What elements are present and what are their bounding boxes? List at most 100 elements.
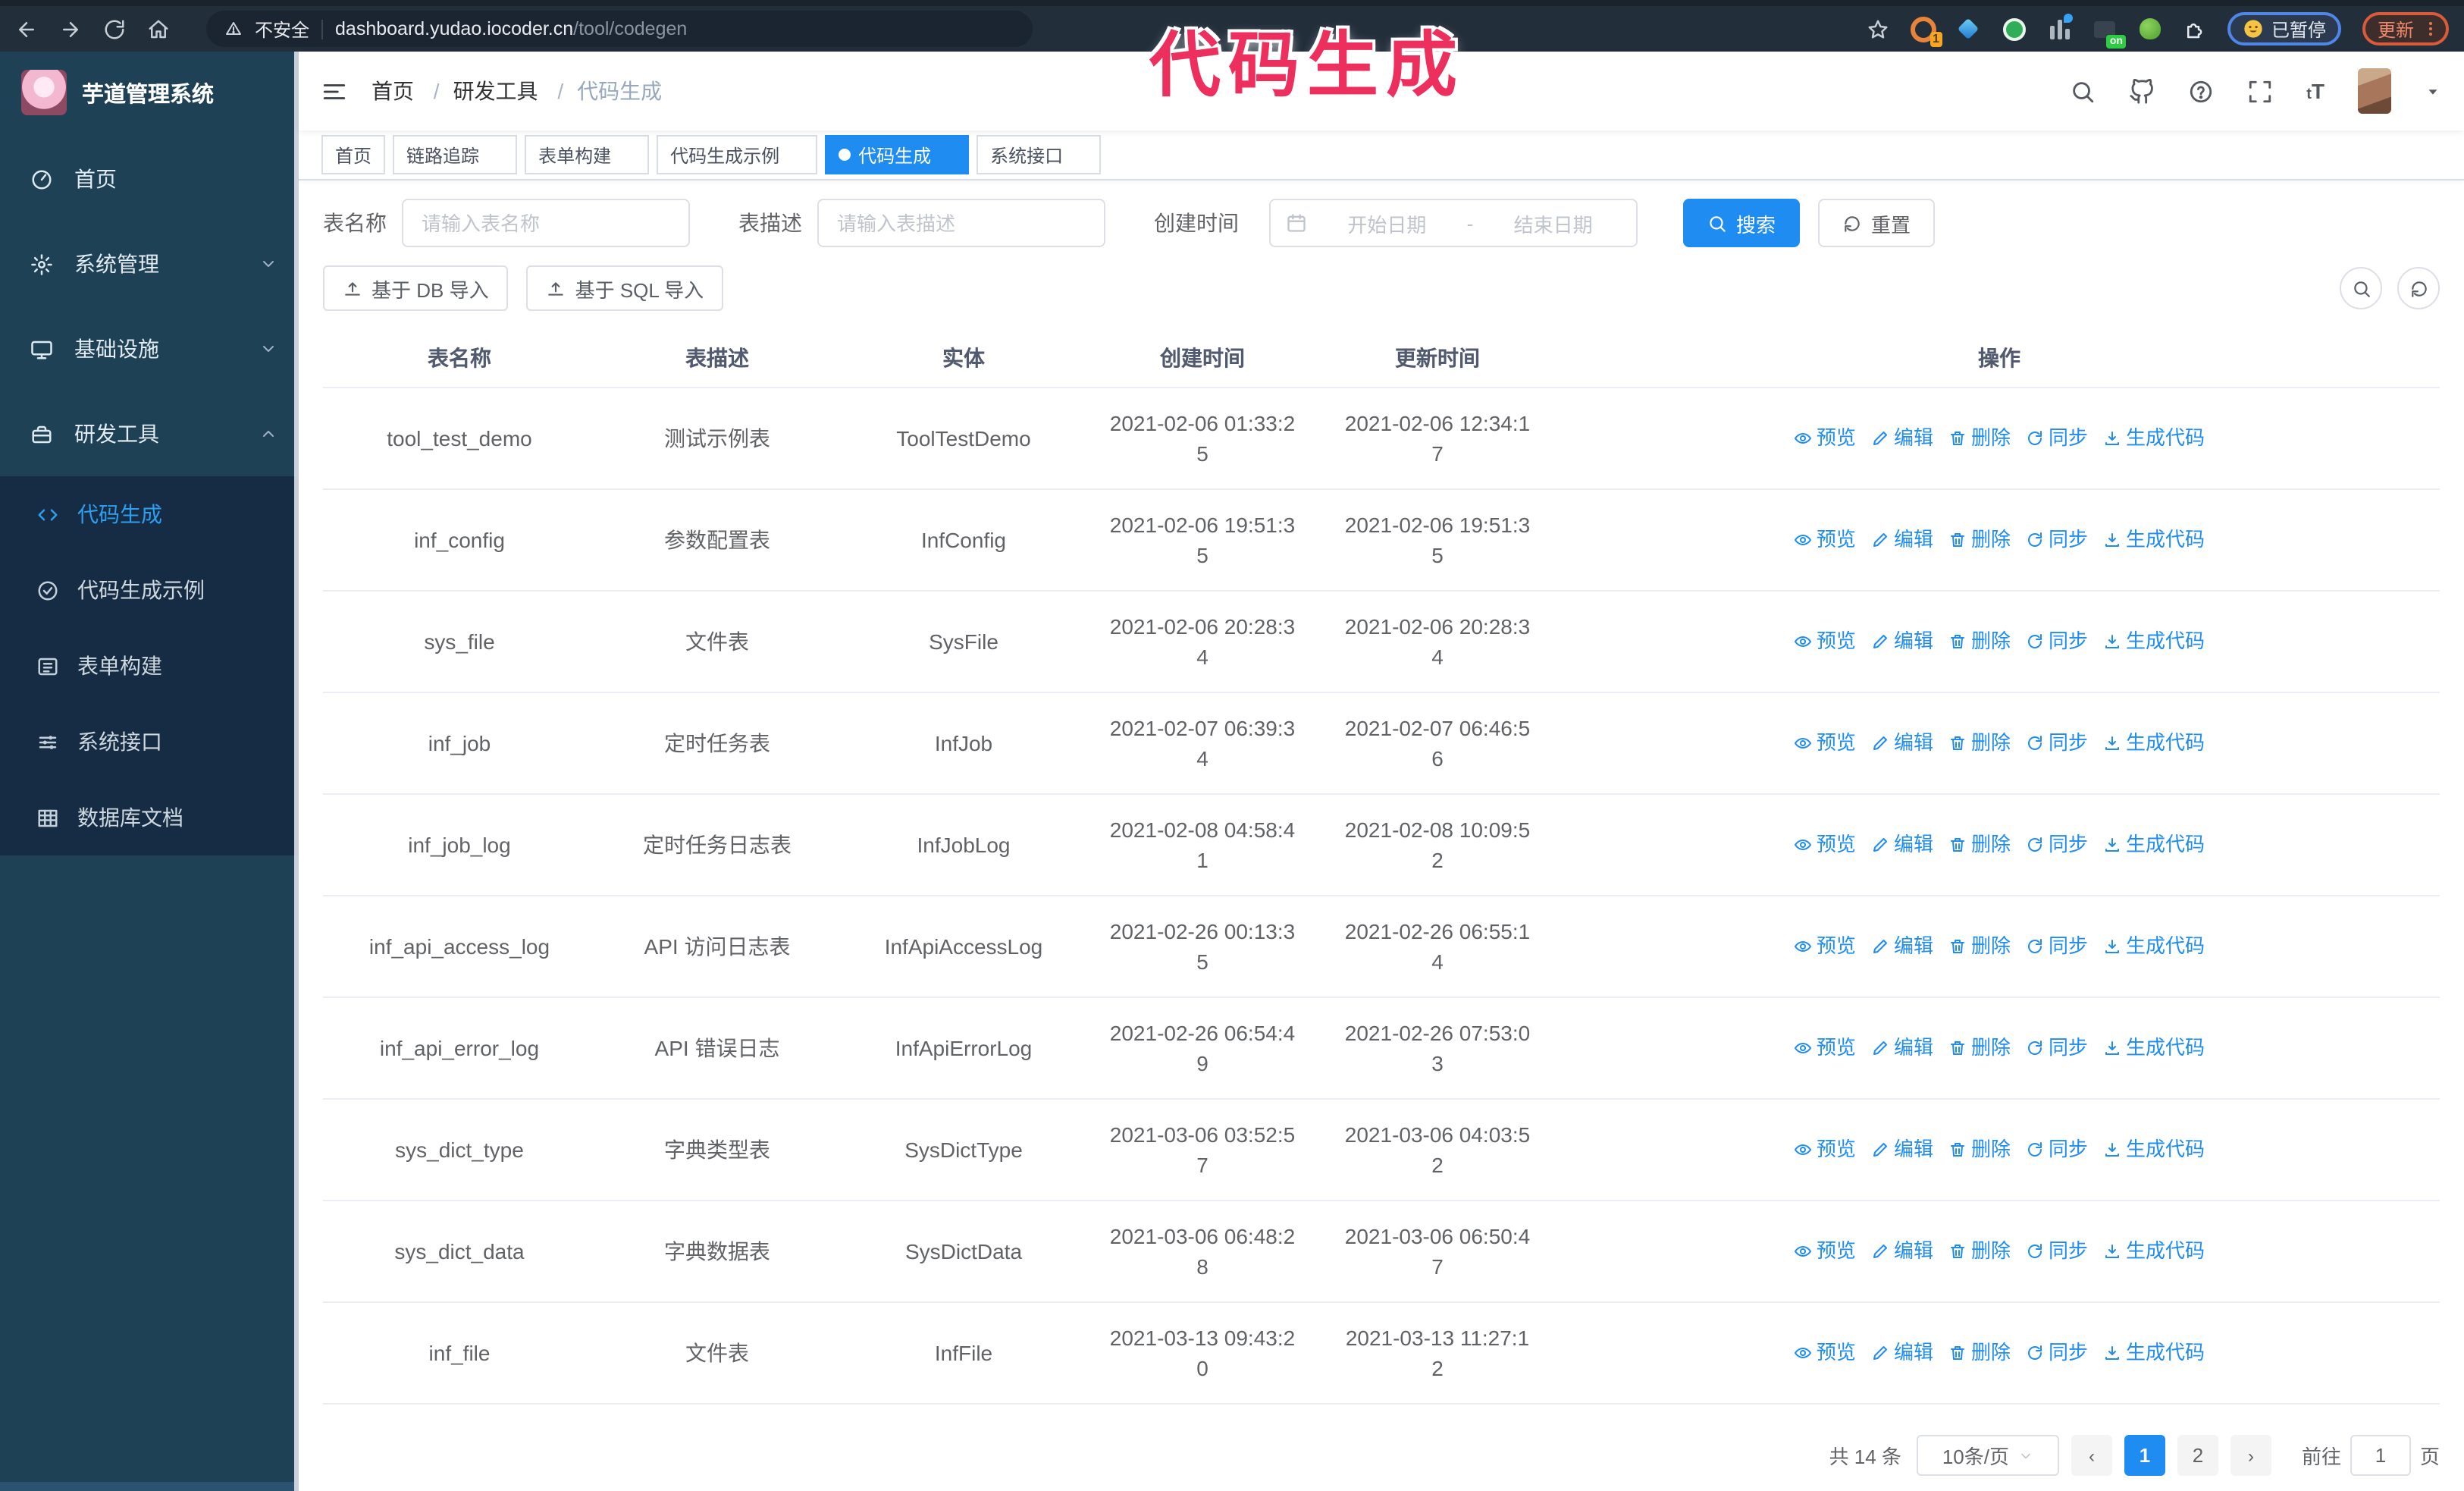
close-icon[interactable] (487, 146, 503, 163)
preview-link[interactable]: 预览 (1794, 626, 1856, 656)
import-db-button[interactable]: 基于 DB 导入 (323, 265, 509, 311)
sync-link[interactable]: 同步 (2026, 422, 2088, 453)
breadcrumb-item[interactable]: 代码生成 (577, 79, 662, 103)
page-number-button[interactable]: 2 (2177, 1435, 2218, 1476)
preview-link[interactable]: 预览 (1794, 727, 1856, 758)
extension-alien-icon[interactable] (2138, 16, 2164, 42)
preview-link[interactable]: 预览 (1794, 1337, 1856, 1367)
generate-code-link[interactable]: 生成代码 (2103, 422, 2205, 453)
help-icon[interactable] (2188, 78, 2214, 104)
fullscreen-icon[interactable] (2247, 78, 2273, 104)
sync-link[interactable]: 同步 (2026, 1235, 2088, 1266)
back-icon[interactable] (15, 17, 38, 40)
delete-link[interactable]: 删除 (1948, 1337, 2011, 1367)
generate-code-link[interactable]: 生成代码 (2103, 727, 2205, 758)
sync-link[interactable]: 同步 (2026, 1337, 2088, 1367)
edit-link[interactable]: 编辑 (1871, 1235, 1933, 1266)
reset-button[interactable]: 重置 (1818, 199, 1936, 247)
edit-link[interactable]: 编辑 (1871, 727, 1933, 758)
sidebar-item-0[interactable]: 首页 (0, 137, 299, 221)
edit-link[interactable]: 编辑 (1871, 829, 1933, 859)
extension-dark-icon[interactable]: on (2093, 16, 2126, 48)
sync-link[interactable]: 同步 (2026, 1134, 2088, 1164)
page-size-select[interactable]: 10条/页 (1916, 1435, 2059, 1476)
close-icon[interactable] (939, 146, 955, 163)
preview-link[interactable]: 预览 (1794, 1032, 1856, 1063)
preview-link[interactable]: 预览 (1794, 1134, 1856, 1164)
refresh-table-button[interactable] (2397, 267, 2440, 309)
page-number-button[interactable]: 1 (2124, 1435, 2165, 1476)
table-name-input[interactable] (402, 199, 690, 247)
sync-link[interactable]: 同步 (2026, 931, 2088, 961)
breadcrumb-item[interactable]: 首页 (371, 79, 414, 103)
prev-page-button[interactable]: ‹ (2071, 1435, 2112, 1476)
extension-green-icon[interactable] (2002, 16, 2027, 42)
tab[interactable]: 链路追踪 (393, 135, 518, 174)
generate-code-link[interactable]: 生成代码 (2103, 931, 2205, 961)
sidebar-subitem-0[interactable]: 代码生成 (0, 476, 299, 552)
search-button[interactable]: 搜索 (1683, 199, 1801, 247)
bookmark-star-icon[interactable] (1867, 17, 1889, 40)
github-icon[interactable] (2129, 78, 2155, 104)
extension-bars-icon[interactable] (2047, 13, 2073, 42)
delete-link[interactable]: 删除 (1948, 829, 2011, 859)
edit-link[interactable]: 编辑 (1871, 626, 1933, 656)
sidebar-logo[interactable]: 芋道管理系统 (0, 52, 299, 133)
edit-link[interactable]: 编辑 (1871, 1337, 1933, 1367)
forward-icon[interactable] (59, 17, 82, 40)
tab[interactable]: 表单构建 (525, 135, 650, 174)
edit-link[interactable]: 编辑 (1871, 422, 1933, 453)
user-avatar[interactable] (2358, 68, 2391, 114)
generate-code-link[interactable]: 生成代码 (2103, 829, 2205, 859)
extensions-puzzle-icon[interactable] (2183, 17, 2206, 40)
close-icon[interactable] (787, 146, 804, 163)
delete-link[interactable]: 删除 (1948, 1235, 2011, 1266)
sidebar-item-1[interactable]: 系统管理 (0, 221, 299, 306)
preview-link[interactable]: 预览 (1794, 931, 1856, 961)
toggle-search-button[interactable] (2340, 267, 2382, 309)
import-sql-button[interactable]: 基于 SQL 导入 (526, 265, 724, 311)
breadcrumb-item[interactable]: 研发工具 (453, 79, 538, 103)
generate-code-link[interactable]: 生成代码 (2103, 524, 2205, 554)
generate-code-link[interactable]: 生成代码 (2103, 1134, 2205, 1164)
update-button[interactable]: 更新 (2362, 12, 2449, 46)
sidebar-subitem-1[interactable]: 代码生成示例 (0, 552, 299, 628)
generate-code-link[interactable]: 生成代码 (2103, 1235, 2205, 1266)
close-icon[interactable] (619, 146, 635, 163)
tab[interactable]: 首页 (321, 135, 386, 174)
sync-link[interactable]: 同步 (2026, 626, 2088, 656)
avatar-caret-icon[interactable] (2425, 83, 2441, 99)
close-icon[interactable] (1071, 146, 1087, 163)
font-size-icon[interactable]: tT (2306, 79, 2324, 103)
preview-link[interactable]: 预览 (1794, 829, 1856, 859)
preview-link[interactable]: 预览 (1794, 1235, 1856, 1266)
sidebar-item-2[interactable]: 基础设施 (0, 306, 299, 391)
tab[interactable]: 代码生成 (825, 135, 970, 174)
paused-badge[interactable]: 已暂停 (2227, 12, 2341, 46)
sync-link[interactable]: 同步 (2026, 1032, 2088, 1063)
sync-link[interactable]: 同步 (2026, 524, 2088, 554)
delete-link[interactable]: 删除 (1948, 626, 2011, 656)
preview-link[interactable]: 预览 (1794, 524, 1856, 554)
tab[interactable]: 系统接口 (977, 135, 1102, 174)
extension-diamond-icon[interactable] (1956, 16, 1982, 42)
generate-code-link[interactable]: 生成代码 (2103, 626, 2205, 656)
delete-link[interactable]: 删除 (1948, 422, 2011, 453)
sidebar-subitem-4[interactable]: 数据库文档 (0, 780, 299, 855)
edit-link[interactable]: 编辑 (1871, 1032, 1933, 1063)
search-icon[interactable] (2070, 78, 2096, 104)
date-range-picker[interactable]: 开始日期 - 结束日期 (1269, 199, 1638, 247)
sync-link[interactable]: 同步 (2026, 829, 2088, 859)
delete-link[interactable]: 删除 (1948, 524, 2011, 554)
browser-menu-dots-icon[interactable] (2422, 20, 2440, 38)
address-bar[interactable]: 不安全 dashboard.yudao.iocoder.cn/tool/code… (206, 11, 1033, 47)
edit-link[interactable]: 编辑 (1871, 524, 1933, 554)
hamburger-icon[interactable] (321, 78, 347, 104)
edit-link[interactable]: 编辑 (1871, 931, 1933, 961)
next-page-button[interactable]: › (2230, 1435, 2271, 1476)
delete-link[interactable]: 删除 (1948, 727, 2011, 758)
generate-code-link[interactable]: 生成代码 (2103, 1032, 2205, 1063)
generate-code-link[interactable]: 生成代码 (2103, 1337, 2205, 1367)
table-desc-input[interactable] (817, 199, 1105, 247)
home-icon[interactable] (147, 17, 170, 40)
